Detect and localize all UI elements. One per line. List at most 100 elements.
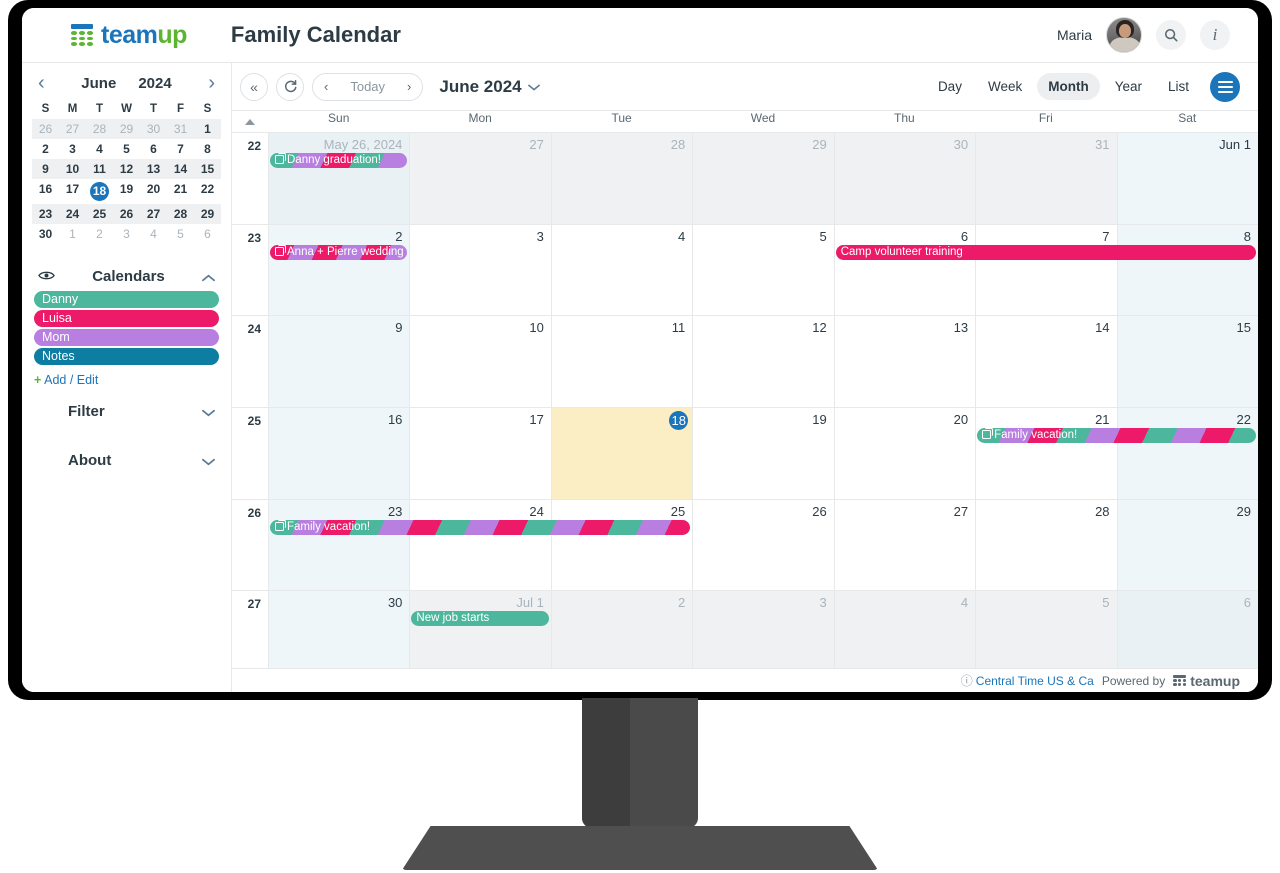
- mini-calendar-day[interactable]: 13: [140, 159, 167, 179]
- calendar-day-number[interactable]: 9: [395, 320, 402, 335]
- calendar-day-number[interactable]: 27: [954, 504, 968, 519]
- calendar-day-cell[interactable]: 17: [409, 408, 551, 499]
- calendar-day-number[interactable]: 28: [1095, 504, 1109, 519]
- calendar-day-number[interactable]: 5: [819, 229, 826, 244]
- calendar-day-number[interactable]: 25: [671, 504, 685, 519]
- chevron-up-icon[interactable]: [202, 269, 215, 285]
- week-number[interactable]: 24: [232, 316, 268, 408]
- mini-calendar-day[interactable]: 8: [194, 139, 221, 159]
- mini-calendar-day[interactable]: 5: [113, 139, 140, 159]
- avatar[interactable]: [1106, 17, 1142, 53]
- calendar-day-cell[interactable]: 30: [833, 133, 976, 224]
- chevron-down-icon[interactable]: [527, 79, 540, 94]
- calendar-day-cell[interactable]: 25: [550, 499, 693, 591]
- collapse-sidebar-button[interactable]: «: [240, 72, 268, 101]
- mini-calendar-day[interactable]: 3: [113, 224, 140, 244]
- calendar-day-cell[interactable]: 22: [1116, 408, 1258, 499]
- calendar-day-number[interactable]: 23: [388, 504, 402, 519]
- mini-calendar-day[interactable]: 9: [32, 159, 59, 179]
- mini-calendar-day[interactable]: 20: [140, 179, 167, 204]
- mini-calendar-day[interactable]: 27: [59, 119, 86, 139]
- calendar-event[interactable]: New job starts: [411, 611, 549, 627]
- mini-calendar-day[interactable]: 1: [194, 119, 221, 139]
- calendar-day-cell[interactable]: 7: [975, 224, 1117, 316]
- week-number[interactable]: 22: [232, 133, 268, 224]
- mini-calendar-month[interactable]: June: [81, 75, 116, 92]
- mini-calendar-day[interactable]: 28: [167, 204, 194, 224]
- calendar-day-number[interactable]: Jun 1: [1219, 137, 1251, 152]
- calendar-day-cell[interactable]: 12: [692, 316, 834, 408]
- calendar-event[interactable]: Family vacation!: [977, 428, 1256, 444]
- calendar-day-cell[interactable]: 24: [409, 499, 551, 591]
- calendar-day-number[interactable]: 8: [1244, 229, 1251, 244]
- view-button-month[interactable]: Month: [1037, 73, 1100, 100]
- calendar-day-number[interactable]: 30: [954, 137, 968, 152]
- mini-calendar-day[interactable]: 6: [140, 139, 167, 159]
- calendar-day-cell[interactable]: 8: [1116, 224, 1258, 316]
- calendar-day-cell[interactable]: 31: [975, 133, 1117, 224]
- calendar-day-number[interactable]: 11: [672, 320, 686, 335]
- calendar-day-number[interactable]: 7: [1102, 229, 1109, 244]
- calendar-day-number[interactable]: 4: [678, 229, 685, 244]
- calendar-day-number[interactable]: 17: [529, 412, 543, 427]
- add-edit-calendars-button[interactable]: + Add / Edit: [22, 367, 231, 387]
- week-number[interactable]: 23: [232, 224, 268, 316]
- calendar-day-number[interactable]: 20: [954, 412, 968, 427]
- calendar-day-cell[interactable]: 9: [268, 316, 410, 408]
- mini-calendar-day[interactable]: 14: [167, 159, 194, 179]
- calendar-day-number[interactable]: 31: [1095, 137, 1109, 152]
- calendar-day-cell[interactable]: 5: [692, 224, 834, 316]
- week-number[interactable]: 25: [232, 408, 268, 499]
- calendar-day-number[interactable]: 30: [388, 595, 402, 610]
- mini-calendar-day[interactable]: 11: [86, 159, 113, 179]
- calendar-day-number[interactable]: 18: [669, 411, 689, 431]
- mini-calendar-day[interactable]: 28: [86, 119, 113, 139]
- calendar-day-number[interactable]: 29: [812, 137, 826, 152]
- week-number[interactable]: 26: [232, 499, 268, 591]
- calendar-day-number[interactable]: 12: [812, 320, 826, 335]
- calendar-day-cell[interactable]: 3: [409, 224, 551, 316]
- mini-calendar-day[interactable]: 2: [32, 139, 59, 159]
- calendar-event[interactable]: Danny graduation!: [270, 153, 408, 168]
- calendar-day-cell[interactable]: 28: [550, 133, 693, 224]
- calendar-day-cell[interactable]: 21: [975, 408, 1117, 499]
- calendar-day-number[interactable]: May 26, 2024: [324, 137, 403, 152]
- mini-calendar-day[interactable]: 24: [59, 204, 86, 224]
- view-button-year[interactable]: Year: [1104, 73, 1153, 100]
- mini-calendar-prev-button[interactable]: ‹: [38, 73, 45, 93]
- calendar-day-cell[interactable]: 28: [975, 499, 1117, 591]
- calendar-day-number[interactable]: 6: [1244, 595, 1251, 610]
- calendar-day-cell[interactable]: 15: [1116, 316, 1258, 408]
- mini-calendar-day[interactable]: 29: [113, 119, 140, 139]
- calendars-section-header[interactable]: Calendars: [22, 258, 231, 291]
- calendar-day-number[interactable]: 5: [1102, 595, 1109, 610]
- calendar-day-number[interactable]: 14: [1095, 320, 1109, 335]
- mini-calendar-day[interactable]: 31: [167, 119, 194, 139]
- calendar-event[interactable]: Camp volunteer training: [835, 244, 1256, 260]
- chevron-down-icon[interactable]: [202, 453, 215, 469]
- calendar-day-number[interactable]: 27: [529, 137, 543, 152]
- calendar-day-number[interactable]: 10: [529, 320, 543, 335]
- calendar-day-cell[interactable]: 26: [692, 499, 834, 591]
- sort-ascending-icon[interactable]: [232, 111, 268, 132]
- calendar-day-cell[interactable]: 29: [692, 133, 834, 224]
- calendar-list-item[interactable]: Notes: [34, 348, 219, 365]
- calendar-day-cell[interactable]: 23: [268, 499, 410, 591]
- calendar-day-cell[interactable]: 20: [833, 408, 976, 499]
- mini-calendar-next-button[interactable]: ›: [208, 73, 215, 93]
- eye-icon[interactable]: [38, 268, 55, 285]
- calendar-day-number[interactable]: 4: [961, 595, 968, 610]
- chevron-down-icon[interactable]: [202, 404, 215, 420]
- calendar-day-cell[interactable]: 16: [268, 408, 410, 499]
- calendar-day-cell[interactable]: 13: [833, 316, 976, 408]
- calendar-day-number[interactable]: 16: [388, 412, 402, 427]
- mini-calendar-day[interactable]: 3: [59, 139, 86, 159]
- calendar-day-cell[interactable]: 6: [833, 224, 976, 316]
- mini-calendar-day[interactable]: 6: [194, 224, 221, 244]
- view-button-day[interactable]: Day: [927, 73, 973, 100]
- mini-calendar-day[interactable]: 19: [113, 179, 140, 204]
- calendar-day-number[interactable]: 13: [954, 320, 968, 335]
- view-button-list[interactable]: List: [1157, 73, 1200, 100]
- next-period-button[interactable]: ›: [396, 74, 422, 100]
- mini-calendar-day[interactable]: 26: [113, 204, 140, 224]
